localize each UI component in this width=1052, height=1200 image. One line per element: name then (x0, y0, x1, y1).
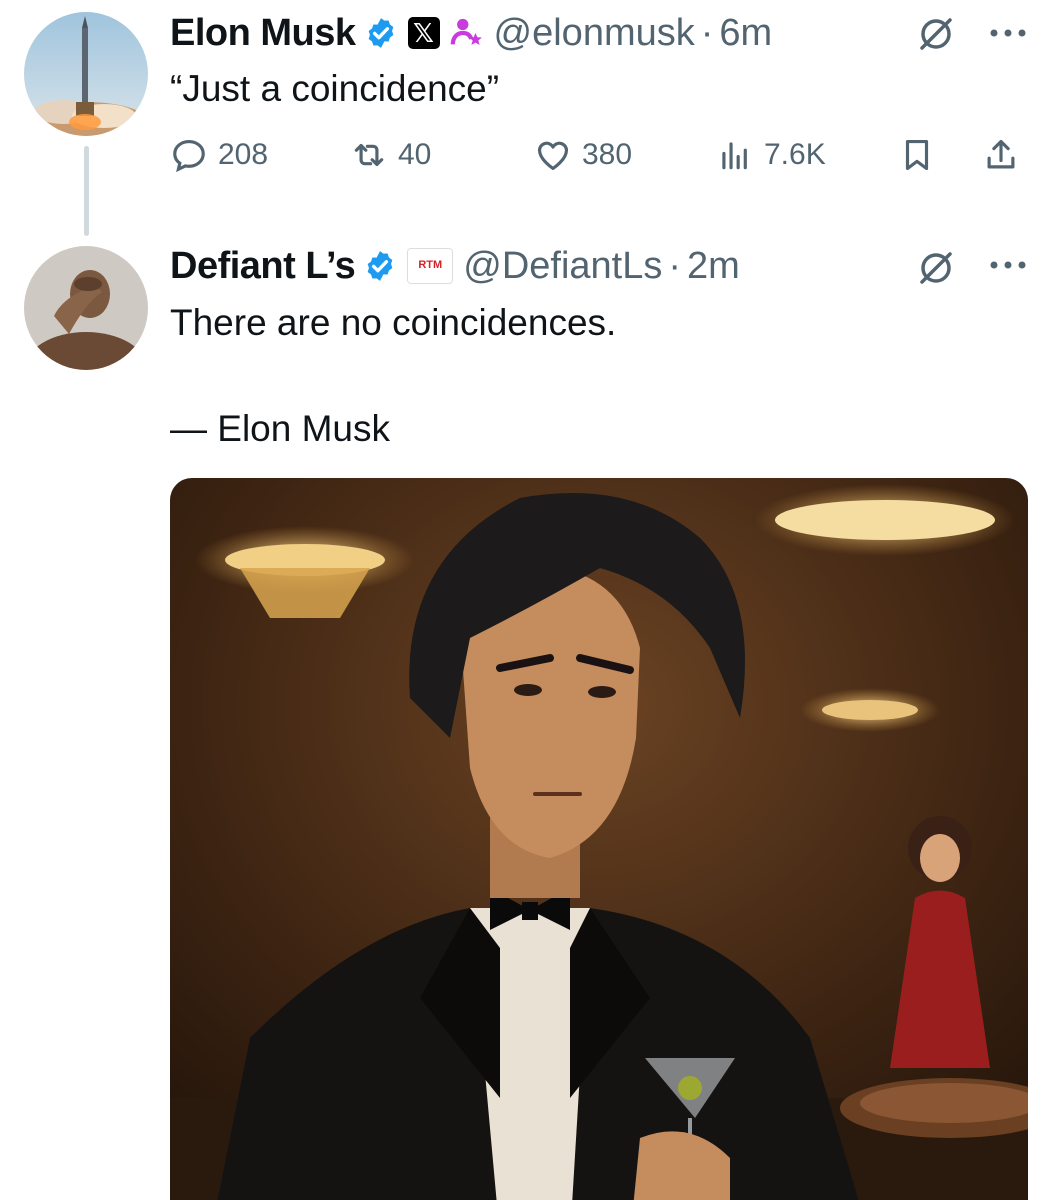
reply-count: 208 (218, 138, 269, 171)
rtm-badge-label: RTM (418, 258, 443, 271)
repost-icon (354, 143, 384, 167)
views-count: 7.6K (764, 138, 826, 171)
tweet1-text: “Just a coincidence” (170, 68, 500, 109)
facepalm-statue-avatar-image (24, 246, 148, 370)
tweet1-author-name[interactable]: Elon Musk (170, 12, 356, 55)
like-button[interactable]: 380 (534, 136, 632, 174)
tweet1-handle[interactable]: @elonmusk (494, 12, 695, 55)
thread-connector-line (84, 146, 89, 236)
tweet2-header: Defiant L’s RTM @DefiantLs · 2m (170, 243, 740, 289)
more-icon[interactable] (988, 26, 1028, 40)
tweet2-handle[interactable]: @DefiantLs (463, 245, 662, 288)
verified-icon (367, 251, 393, 281)
tweet2-text-line1: There are no coincidences. (170, 302, 617, 343)
tweet2-text-line2: — Elon Musk (170, 408, 391, 449)
bookmark-button[interactable] (898, 136, 946, 174)
elonmusk-avatar[interactable] (24, 12, 148, 136)
rtm-badge-icon: RTM (407, 248, 454, 284)
share-button[interactable] (982, 136, 1030, 174)
separator-dot: · (700, 11, 714, 54)
views-icon (722, 142, 747, 170)
reply-icon (173, 139, 205, 173)
separator-dot: · (668, 244, 682, 287)
like-count: 380 (582, 138, 633, 171)
defiantls-avatar[interactable] (24, 246, 148, 370)
tweet1-timestamp[interactable]: 6m (719, 12, 772, 55)
grok-icon[interactable] (916, 248, 956, 288)
verified-icon (368, 18, 393, 48)
reply-button[interactable]: 208 (170, 136, 268, 174)
tweet2-media-image[interactable] (170, 478, 1028, 1200)
repost-button[interactable]: 40 (350, 136, 431, 174)
tweet-thread: Elon Musk 𝕏 @elonmusk · 6m “Just a coinc… (0, 0, 1052, 1200)
grok-icon[interactable] (916, 14, 956, 54)
like-icon (537, 141, 569, 171)
rocket-launch-avatar-image (24, 12, 148, 136)
more-icon[interactable] (988, 258, 1028, 272)
affiliate-icon (450, 18, 482, 46)
tweet2-timestamp[interactable]: 2m (687, 245, 740, 288)
share-icon (987, 139, 1015, 169)
views-button[interactable]: 7.6K (716, 136, 826, 174)
repost-count: 40 (398, 138, 432, 171)
tweet1-header: Elon Musk 𝕏 @elonmusk · 6m (170, 10, 772, 56)
x-logo-icon: 𝕏 (407, 17, 440, 49)
tweet2-author-name[interactable]: Defiant L’s (170, 245, 356, 288)
tuxedo-man-illustration (170, 478, 1028, 1200)
tweet1-actions: 208 40 380 7.6K (170, 136, 1030, 182)
bookmark-icon (905, 139, 929, 171)
